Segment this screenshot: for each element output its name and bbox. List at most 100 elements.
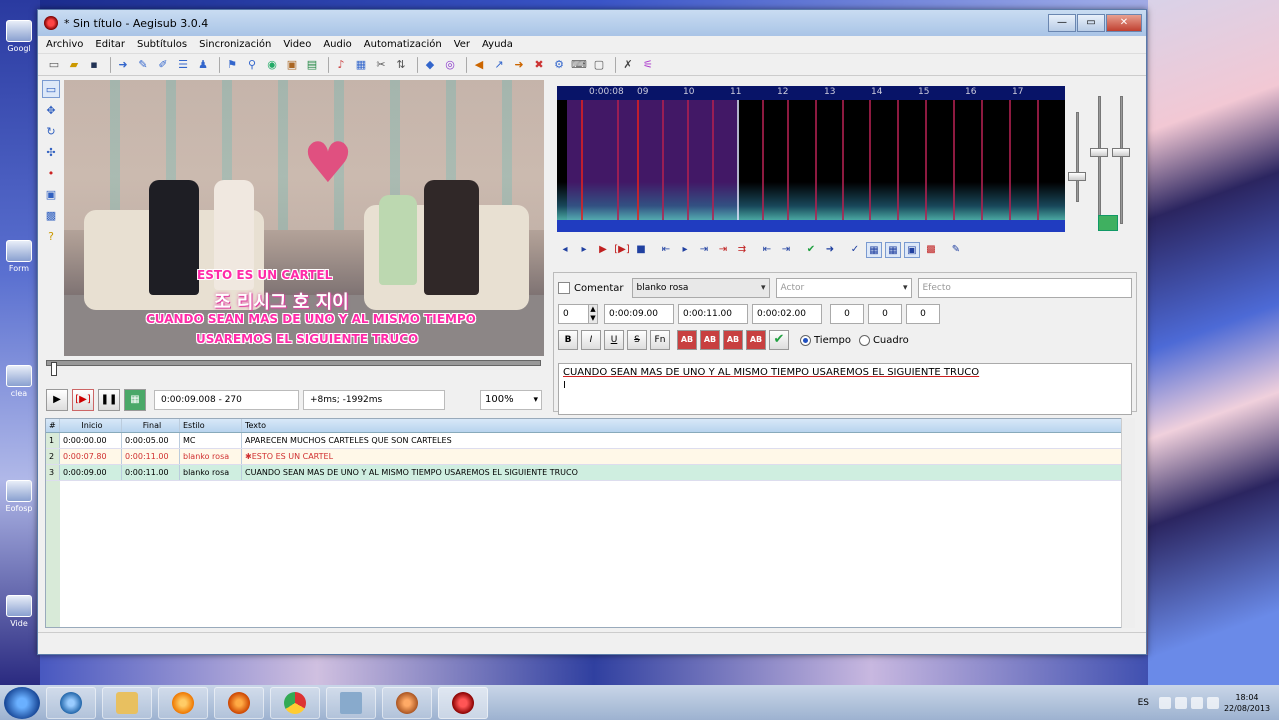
drag-tool-icon[interactable]: ✥ <box>42 101 60 119</box>
go-to-icon[interactable]: ➜ <box>822 242 838 258</box>
volume-thumb[interactable] <box>1112 148 1130 157</box>
underline-button[interactable]: U <box>604 330 624 350</box>
snap-video-icon[interactable]: ➜ <box>511 57 527 73</box>
snap-start-icon[interactable]: ◀ <box>471 57 487 73</box>
style-select[interactable]: blanko rosa <box>631 278 770 298</box>
spell-check-icon[interactable]: ▦ <box>353 57 369 73</box>
taskbar-ie[interactable] <box>46 686 96 719</box>
play-first-icon[interactable]: ▸ <box>677 242 693 258</box>
horizontal-zoom-track[interactable] <box>1098 96 1101 224</box>
subtitle-text-editor[interactable]: CUANDO SEAN MAS DE UNO Y AL MISMO TIEMPO… <box>558 363 1132 415</box>
desktop-icon[interactable]: clea <box>4 365 34 398</box>
options-icon[interactable]: ⚙ <box>551 57 567 73</box>
rotate-z-tool-icon[interactable]: ↻ <box>42 122 60 140</box>
start-time-field[interactable]: 0:00:09.00 <box>604 304 674 324</box>
layer-spinner[interactable]: ▲ ▼ <box>588 304 598 324</box>
layer-field[interactable]: 0 <box>558 304 588 324</box>
desktop-icon[interactable]: Vide <box>4 595 34 628</box>
vector-clip-tool-icon[interactable]: ▩ <box>42 206 60 224</box>
col-header-text[interactable]: Texto <box>242 419 1132 432</box>
volume-track[interactable] <box>1120 96 1123 224</box>
menu-sincronizacion[interactable]: Sincronización <box>199 39 271 50</box>
col-header-number[interactable]: # <box>46 419 60 432</box>
spectrum-mode-icon[interactable]: ▣ <box>904 242 920 258</box>
video-seek-thumb[interactable] <box>50 362 57 376</box>
play-before-icon[interactable]: ⇤ <box>658 242 674 258</box>
auto-scroll-icon[interactable]: ▦ <box>885 242 901 258</box>
taskbar-firefox[interactable] <box>214 686 264 719</box>
table-row[interactable]: 1 0:00:00.00 0:00:05.00 MC APARECEN MUCH… <box>46 433 1132 449</box>
clock[interactable]: 18:04 22/08/2013 <box>1223 692 1271 714</box>
properties-icon[interactable]: ☰ <box>175 57 191 73</box>
auto-next-icon[interactable]: ▦ <box>866 242 882 258</box>
table-row-active[interactable]: 3 0:00:09.00 0:00:11.00 blanko rosa CUAN… <box>46 465 1132 481</box>
start-button[interactable] <box>4 686 40 719</box>
desktop-icon[interactable]: Eofosp <box>4 480 34 513</box>
clip-tool-icon[interactable]: ▣ <box>42 185 60 203</box>
video-details-icon[interactable]: ◎ <box>442 57 458 73</box>
prev-line-icon[interactable]: ◂ <box>557 242 573 258</box>
audio-start-marker[interactable] <box>581 100 583 220</box>
autoscroll-toggle[interactable]: ▦ <box>124 389 146 411</box>
duration-field[interactable]: 0:00:02.00 <box>752 304 822 324</box>
hotkeys-icon[interactable]: ⌨ <box>571 57 587 73</box>
lead-out-icon[interactable]: ⇥ <box>778 242 794 258</box>
col-header-end[interactable]: Final <box>122 419 180 432</box>
action-center-icon[interactable] <box>1191 696 1203 709</box>
video-zoom-select[interactable]: 100% <box>480 390 542 410</box>
comment-checkbox[interactable] <box>558 282 570 294</box>
bold-button[interactable]: B <box>558 330 578 350</box>
menu-video[interactable]: Video <box>283 39 311 50</box>
play-last-icon[interactable]: ⇥ <box>696 242 712 258</box>
frame-radio[interactable] <box>858 334 870 346</box>
styling-assistant-icon[interactable]: ▤ <box>304 57 320 73</box>
actor-select[interactable]: Actor <box>775 278 912 298</box>
end-time-field[interactable]: 0:00:11.00 <box>678 304 748 324</box>
new-file-icon[interactable]: ▭ <box>46 57 62 73</box>
col-header-style[interactable]: Estilo <box>180 419 242 432</box>
fonts-collector-icon[interactable]: ♟ <box>195 57 211 73</box>
scale-tool-icon[interactable]: • <box>42 164 60 182</box>
shadow-color-button[interactable]: AB <box>746 330 766 350</box>
attachments-icon[interactable]: ✐ <box>155 57 171 73</box>
commit-button[interactable]: ✔ <box>769 330 789 350</box>
video-display[interactable]: ♥ ESTO ES UN CARTEL 조 리시그 호 지이 CUANDO SE… <box>64 80 544 356</box>
resample-icon[interactable]: ⚲ <box>244 57 260 73</box>
select-lines-icon[interactable]: ✂ <box>373 57 389 73</box>
menu-editar[interactable]: Editar <box>95 39 125 50</box>
stop-icon[interactable]: ■ <box>633 242 649 258</box>
margin-left-field[interactable]: 0 <box>830 304 864 324</box>
video-time-field[interactable]: 0:00:09.008 - 270 <box>154 390 299 410</box>
network-icon[interactable] <box>1175 696 1187 709</box>
secondary-color-button[interactable]: AB <box>700 330 720 350</box>
italic-button[interactable]: I <box>581 330 601 350</box>
minimize-button[interactable]: — <box>1048 14 1076 32</box>
tray-arrow-icon[interactable] <box>1159 696 1171 709</box>
automation-icon[interactable]: ♪ <box>333 57 349 73</box>
play-after-icon[interactable]: ⇥ <box>715 242 731 258</box>
translation-icon[interactable]: ⚑ <box>224 57 240 73</box>
kanji-timer-icon[interactable]: ▣ <box>284 57 300 73</box>
play-to-end-icon[interactable]: ⇉ <box>734 242 750 258</box>
time-radio[interactable] <box>800 334 811 346</box>
rotate-xy-tool-icon[interactable]: ✣ <box>42 143 60 161</box>
snap-end-icon[interactable]: ↗ <box>491 57 507 73</box>
play-line-button[interactable]: [▶] <box>72 389 94 411</box>
col-header-start[interactable]: Inicio <box>60 419 122 432</box>
help-icon[interactable]: ? <box>42 227 60 245</box>
next-line-icon[interactable]: ▸ <box>576 242 592 258</box>
sort-icon[interactable]: ⇅ <box>393 57 409 73</box>
taskbar-media-player[interactable] <box>158 686 208 719</box>
horizontal-zoom-thumb[interactable] <box>1090 148 1108 157</box>
medusa-mode-icon[interactable]: ▩ <box>923 242 939 258</box>
effect-field[interactable]: Efecto <box>917 278 1132 298</box>
menu-subtitulos[interactable]: Subtítulos <box>137 39 187 50</box>
audio-end-marker[interactable] <box>737 100 739 220</box>
menu-ayuda[interactable]: Ayuda <box>482 39 513 50</box>
margin-right-field[interactable]: 0 <box>868 304 902 324</box>
menu-audio[interactable]: Audio <box>323 39 351 50</box>
karaoke-mode-icon[interactable]: ✎ <box>948 242 964 258</box>
menu-ver[interactable]: Ver <box>454 39 470 50</box>
jump-to-icon[interactable]: ➜ <box>115 57 131 73</box>
vertical-zoom-track[interactable] <box>1076 112 1079 202</box>
